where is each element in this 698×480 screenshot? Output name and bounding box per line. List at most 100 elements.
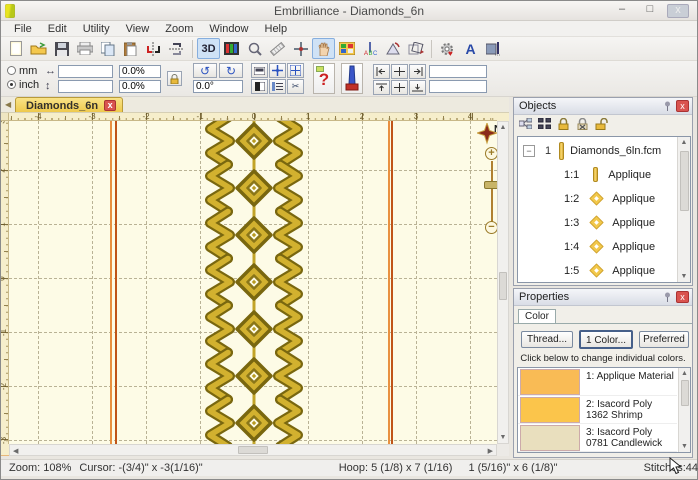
scroll-up-icon[interactable]: ▲ — [498, 124, 508, 131]
save-stitches-button[interactable] — [482, 38, 505, 59]
objects-scrollbar[interactable]: ▲ ▼ — [677, 137, 690, 282]
objects-close-icon[interactable]: x — [676, 100, 689, 112]
tab-color[interactable]: Color — [518, 309, 556, 324]
height-input[interactable] — [58, 80, 113, 93]
width-input[interactable] — [58, 65, 113, 78]
free-rotate-button[interactable] — [404, 38, 427, 59]
color-swatch[interactable] — [520, 397, 580, 423]
menu-file[interactable]: File — [7, 22, 39, 36]
minimize-button[interactable]: – — [611, 3, 633, 18]
measure-button[interactable] — [266, 38, 289, 59]
copy-button[interactable] — [96, 38, 119, 59]
color-scroll-thumb[interactable] — [681, 380, 689, 406]
tree-item-row[interactable]: 1:3 Applique — [518, 211, 676, 234]
undo-button[interactable]: ↺ — [193, 63, 217, 78]
color-row[interactable]: 3: Isacord Poly 0781 Candlewick — [518, 424, 677, 452]
align-right-button[interactable] — [409, 64, 426, 79]
close-button[interactable]: x — [667, 3, 689, 18]
scroll-up-icon[interactable]: ▲ — [679, 370, 690, 377]
scroll-right-icon[interactable]: ▶ — [488, 447, 493, 455]
tree-expand-button[interactable] — [537, 117, 552, 132]
rotate-button[interactable] — [381, 38, 404, 59]
design-properties-button[interactable] — [335, 38, 358, 59]
pin-icon[interactable] — [662, 101, 673, 112]
position-button[interactable] — [289, 38, 312, 59]
tree-item-row[interactable]: 1:2 Applique — [518, 187, 676, 210]
menu-view[interactable]: View — [119, 22, 157, 36]
embroidery-design[interactable] — [9, 121, 497, 444]
tab-close-icon[interactable]: x — [104, 100, 117, 111]
menu-utility[interactable]: Utility — [76, 22, 117, 36]
radio-mm[interactable]: mm — [7, 65, 37, 77]
color-row[interactable]: 1: Applique Material — [518, 368, 677, 396]
lock-open-button[interactable] — [595, 117, 610, 133]
tree-item-row[interactable]: 1:4 Applique — [518, 235, 676, 258]
objects-scroll-thumb[interactable] — [680, 151, 689, 211]
tree-item-row[interactable]: 1:5 Applique — [518, 259, 676, 282]
scroll-up-icon[interactable]: ▲ — [678, 139, 690, 146]
preferred-button[interactable]: Preferred — [639, 331, 689, 348]
open-button[interactable] — [27, 38, 50, 59]
flip-vertical-button[interactable] — [165, 38, 188, 59]
align-center-h-button[interactable] — [391, 64, 408, 79]
rotation-input[interactable] — [193, 80, 243, 93]
show-hoop-button[interactable] — [251, 63, 268, 78]
vscroll-thumb[interactable] — [499, 272, 507, 300]
redo-button[interactable]: ↻ — [219, 63, 243, 78]
align-middle-v-button[interactable] — [391, 80, 408, 95]
print-button[interactable] — [73, 38, 96, 59]
color-row[interactable]: 2: Isacord Poly 1362 Shrimp — [518, 396, 677, 424]
lettering-button[interactable]: A — [459, 38, 482, 59]
tab-diamonds[interactable]: Diamonds_6n x — [15, 97, 124, 112]
zoom-slider-handle[interactable] — [484, 181, 497, 189]
tree-root-row[interactable]: − 1 Diamonds_6ln.fcm — [518, 139, 676, 162]
align-y-input[interactable] — [429, 80, 487, 93]
thread-button[interactable]: Thread... — [521, 331, 573, 348]
align-top-button[interactable] — [373, 80, 390, 95]
scroll-down-icon[interactable]: ▼ — [678, 273, 690, 280]
pin-icon[interactable] — [662, 292, 673, 303]
hscroll-thumb[interactable] — [238, 446, 268, 454]
menu-window[interactable]: Window — [202, 22, 255, 36]
flip-horizontal-button[interactable] — [142, 38, 165, 59]
stitch-simulator-button[interactable] — [341, 63, 363, 94]
color-swatch[interactable] — [520, 425, 580, 451]
menu-edit[interactable]: Edit — [41, 22, 74, 36]
properties-close-icon[interactable]: x — [676, 291, 689, 303]
settings-button[interactable]: ♥ — [436, 38, 459, 59]
contrast-button[interactable] — [251, 79, 268, 94]
save-button[interactable] — [50, 38, 73, 59]
center-design-button[interactable] — [269, 63, 286, 78]
scroll-down-icon[interactable]: ▼ — [498, 434, 508, 441]
width-percent-input[interactable] — [119, 65, 161, 78]
lock-closed-button[interactable] — [557, 117, 570, 133]
design-viewport[interactable]: N + − — [9, 121, 497, 444]
3d-view-button[interactable]: 3D — [197, 38, 220, 59]
align-x-input[interactable] — [429, 65, 487, 78]
tree-expand-box[interactable]: − — [523, 144, 535, 157]
color-scrollbar[interactable]: ▲ ▼ — [678, 368, 690, 452]
menu-help[interactable]: Help — [258, 22, 295, 36]
color-row[interactable]: 4: Isacord Poly1362 Shrimp — [518, 452, 677, 453]
fit-hoop-button[interactable] — [287, 63, 304, 78]
maximize-button[interactable]: □ — [639, 3, 661, 18]
paste-button[interactable] — [119, 38, 142, 59]
align-bottom-button[interactable] — [409, 80, 426, 95]
realistic-preview-button[interactable] — [220, 38, 243, 59]
stitch-list-button[interactable] — [269, 79, 286, 94]
stitch-abc-button[interactable]: ABC — [358, 38, 381, 59]
tree-item-row[interactable]: 1:1 Applique — [518, 163, 676, 186]
tab-scroll-left-icon[interactable]: ◀ — [5, 100, 11, 109]
scroll-left-icon[interactable]: ◀ — [13, 447, 18, 455]
zoom-tool-button[interactable] — [243, 38, 266, 59]
lock-aspect-button[interactable] — [167, 71, 182, 86]
help-notes-button[interactable]: ? — [313, 63, 335, 94]
zoom-out-button[interactable]: − — [485, 221, 497, 234]
canvas-vscrollbar[interactable]: ▲ ▼ — [497, 121, 509, 444]
radio-inch[interactable]: inch — [7, 79, 39, 91]
lock-x-button[interactable] — [576, 117, 589, 133]
zoom-in-button[interactable]: + — [485, 147, 497, 160]
one-color-button[interactable]: 1 Color... — [579, 330, 633, 349]
scroll-down-icon[interactable]: ▼ — [679, 443, 690, 450]
trim-button[interactable]: ✂ — [287, 79, 304, 94]
